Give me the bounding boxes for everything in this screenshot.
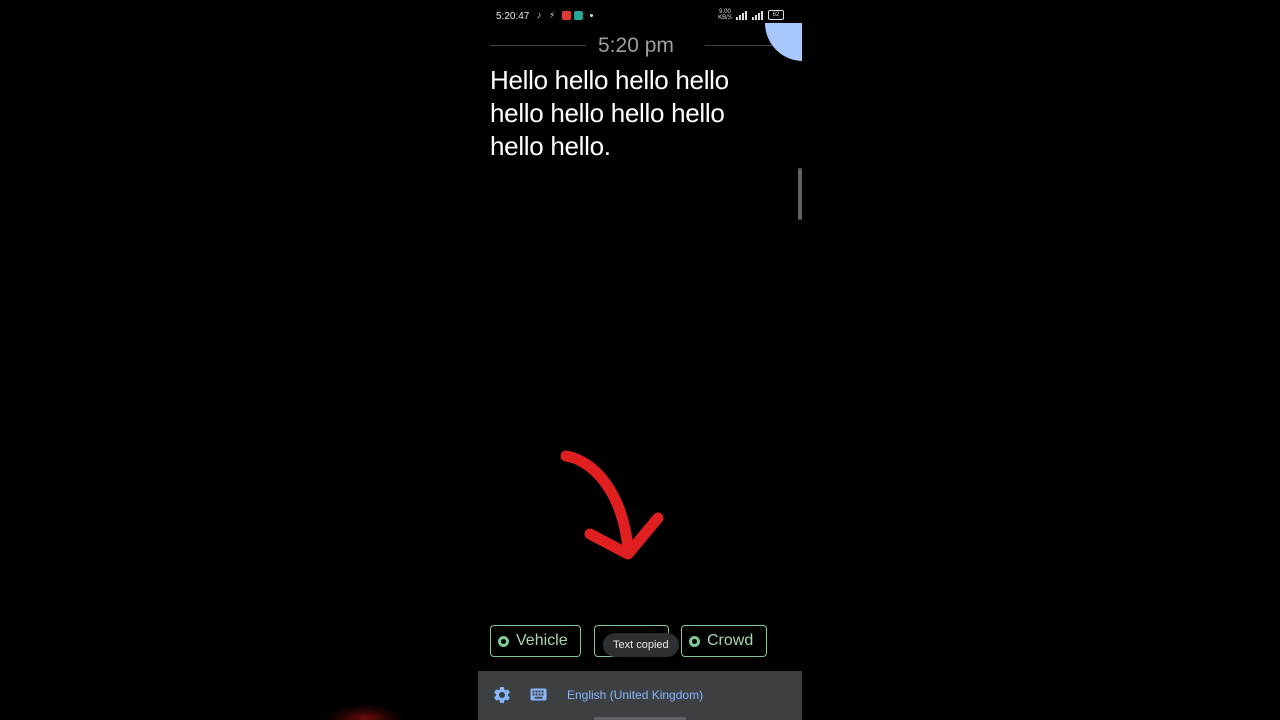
chip-vehicle[interactable]: Vehicle xyxy=(490,625,581,657)
red-app-icon xyxy=(562,10,571,20)
chip-label: Crowd xyxy=(707,632,754,649)
mute-icon: ⚡ xyxy=(549,10,556,20)
gear-icon[interactable] xyxy=(492,685,512,705)
language-selector[interactable]: English (United Kingdom) xyxy=(567,688,703,702)
notification-icons: ♪ ⚡ xyxy=(537,10,593,20)
arrow-annotation-icon xyxy=(560,450,664,560)
chip-label: Vehicle xyxy=(516,632,568,649)
time-divider: 5:20 pm xyxy=(490,32,790,60)
network-speed: 9.00 KB/S xyxy=(718,9,732,21)
teal-app-icon xyxy=(574,10,583,20)
keyboard-icon[interactable] xyxy=(530,688,547,701)
signal-icon xyxy=(752,10,764,20)
battery-icon: 62 xyxy=(768,10,784,20)
dot-icon xyxy=(590,13,593,17)
sound-icon xyxy=(689,635,700,647)
divider-line xyxy=(490,45,586,46)
tiktok-icon: ♪ xyxy=(537,10,542,20)
signal-icon xyxy=(736,10,748,20)
bottom-toolbar: English (United Kingdom) xyxy=(478,671,802,720)
red-blur xyxy=(325,704,405,720)
video-frame: 5:20:47 ♪ ⚡ 9.00 KB/S 62 5:20 pm Hello h… xyxy=(0,0,1280,720)
status-time: 5:20:47 xyxy=(496,11,530,22)
system-icons: 9.00 KB/S 62 xyxy=(718,9,784,21)
chip-crowd[interactable]: Crowd xyxy=(681,625,767,657)
phone-screen: 5:20:47 ♪ ⚡ 9.00 KB/S 62 5:20 pm Hello h… xyxy=(478,0,802,720)
transcript-text: Hello hello hello hello hello hello hell… xyxy=(490,65,729,161)
toast-message: Text copied xyxy=(603,633,679,657)
status-bar: 5:20:47 ♪ ⚡ 9.00 KB/S 62 xyxy=(478,0,802,32)
sound-icon xyxy=(498,635,509,647)
conversation-time: 5:20 pm xyxy=(598,34,674,57)
scrollbar-handle[interactable] xyxy=(798,168,802,220)
